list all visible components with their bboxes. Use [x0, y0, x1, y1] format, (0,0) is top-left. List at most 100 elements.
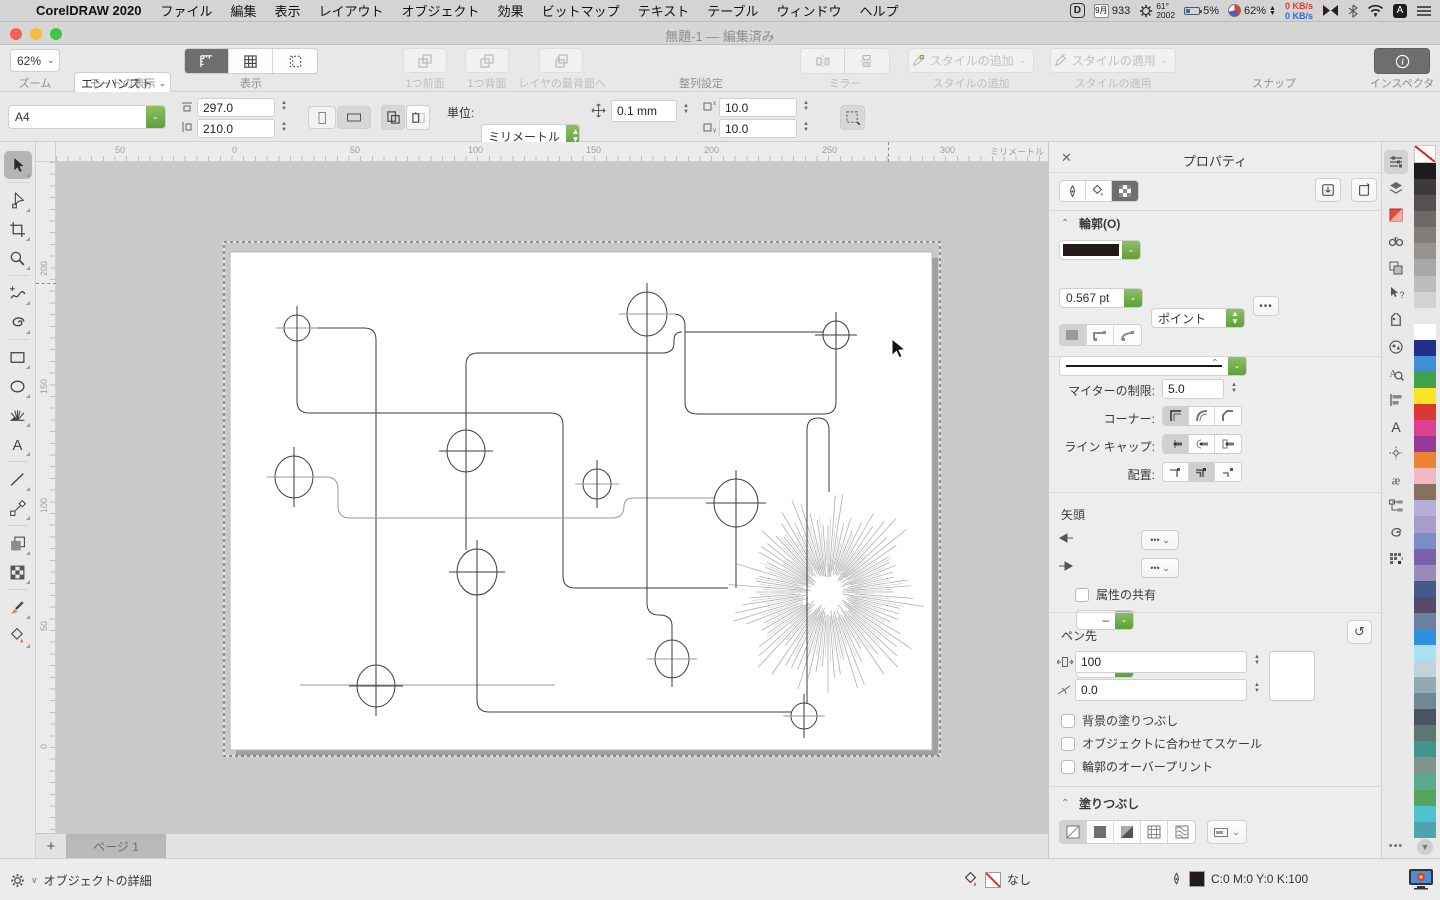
nib-stretch-stepper[interactable]: ▲▼ — [1251, 654, 1260, 666]
miter-limit-stepper[interactable]: ▲▼ — [1228, 382, 1237, 394]
whats-this-docker[interactable]: ? — [1384, 282, 1408, 306]
grid-toggle-button[interactable] — [229, 49, 273, 73]
pattern-fill-button[interactable] — [1141, 821, 1168, 843]
guidelines-toggle-button[interactable] — [273, 49, 317, 73]
zoom-tool[interactable] — [4, 244, 32, 272]
share-attributes-checkbox[interactable] — [1075, 588, 1089, 602]
no-fill-button[interactable] — [1060, 821, 1087, 843]
mirror-horizontal-button[interactable] — [801, 49, 845, 73]
page-border-button[interactable] — [840, 105, 865, 130]
document-drawing[interactable] — [56, 162, 1048, 833]
palette-swatch-11[interactable] — [1414, 340, 1436, 356]
start-arrowhead-options-button[interactable]: ••• ⌄ — [1141, 530, 1179, 550]
page-size-select[interactable]: A4 ⌄ — [8, 105, 166, 129]
palette-swatch-41[interactable] — [1414, 822, 1436, 838]
section-collapse-toggle[interactable]: ⌃ — [1049, 358, 1381, 369]
palette-swatch-6[interactable] — [1414, 259, 1436, 275]
palette-swatch-16[interactable] — [1414, 420, 1436, 436]
align-docker[interactable] — [1384, 388, 1408, 412]
order-forward-button[interactable] — [403, 48, 447, 73]
tag-docker[interactable] — [1384, 309, 1408, 333]
palette-swatch-34[interactable] — [1414, 709, 1436, 725]
mirror-vertical-button[interactable] — [845, 49, 889, 73]
nib-angle-stepper[interactable]: ▲▼ — [1251, 682, 1260, 694]
palette-swatch-7[interactable] — [1414, 276, 1436, 292]
outline-color-swatch[interactable] — [1189, 871, 1205, 887]
menu-1[interactable]: 編集 — [222, 1, 266, 20]
palette-swatch-5[interactable] — [1414, 243, 1436, 259]
uniform-fill-button[interactable] — [1087, 821, 1114, 843]
palette-swatch-4[interactable] — [1414, 227, 1436, 243]
page-height-field[interactable]: 210.0 — [197, 119, 275, 138]
palette-swatch-35[interactable] — [1414, 725, 1436, 741]
freehand-tool[interactable] — [4, 279, 32, 307]
glyphs-docker[interactable]: æ — [1384, 468, 1408, 492]
pixels-docker[interactable] — [1384, 547, 1408, 571]
order-to-back-button[interactable] — [539, 48, 583, 73]
palette-swatch-28[interactable] — [1414, 613, 1436, 629]
palette-swatch-13[interactable] — [1414, 372, 1436, 388]
butt-cap-button[interactable] — [1163, 435, 1189, 453]
line-tool[interactable] — [4, 465, 32, 493]
color-docker[interactable] — [1384, 203, 1408, 227]
ruler-origin[interactable] — [36, 142, 56, 162]
fill-color-swatch[interactable] — [985, 872, 1001, 888]
palette-swatch-2[interactable] — [1414, 195, 1436, 211]
nudge-field[interactable]: 0.1 mm — [611, 100, 677, 122]
palette-swatch-29[interactable] — [1414, 629, 1436, 645]
palette-swatch-25[interactable] — [1414, 565, 1436, 581]
export-docker[interactable] — [1384, 494, 1408, 518]
fill-options-button[interactable]: ⌄ — [1207, 820, 1247, 844]
bowtie-icon[interactable] — [1322, 4, 1339, 17]
duplicate-y-field[interactable]: 10.0 — [719, 119, 797, 138]
fill-tab-button[interactable] — [1086, 181, 1112, 201]
status-gear-icon[interactable] — [10, 873, 25, 888]
palette-swatch-19[interactable] — [1414, 468, 1436, 484]
menu-4[interactable]: オブジェクト — [393, 1, 489, 20]
network-speed[interactable]: 0 KB/s 0 KB/s — [1285, 1, 1313, 21]
outline-color-select[interactable]: ⌄ — [1059, 240, 1141, 260]
symbols-docker[interactable] — [1384, 335, 1408, 359]
outline-centered-button[interactable] — [1189, 463, 1215, 481]
menu-3[interactable]: レイアウト — [310, 1, 393, 20]
no-color-swatch[interactable] — [1414, 145, 1436, 163]
scale-with-object-checkbox[interactable] — [1061, 737, 1075, 751]
order-backward-button[interactable] — [465, 48, 509, 73]
palette-swatch-8[interactable] — [1414, 292, 1436, 308]
fountain-fill-button[interactable] — [1114, 821, 1141, 843]
style-add-button[interactable]: スタイルの追加⌄ — [908, 48, 1034, 73]
calendar-status[interactable]: 9月 933 — [1094, 4, 1130, 18]
palette-swatch-9[interactable] — [1414, 308, 1436, 324]
palette-swatch-32[interactable] — [1414, 677, 1436, 693]
nib-preview[interactable] — [1269, 651, 1315, 701]
current-page-only-button[interactable] — [406, 105, 430, 130]
status-detail-chevron[interactable]: ∨ — [31, 875, 38, 886]
drop-shadow-tool[interactable] — [4, 529, 32, 557]
end-arrowhead-options-button[interactable]: ••• ⌄ — [1141, 558, 1179, 578]
menu-0[interactable]: ファイル — [151, 1, 221, 20]
font-search-docker[interactable]: A — [1384, 362, 1408, 386]
palette-swatch-0[interactable] — [1414, 163, 1436, 179]
zoom-level-select[interactable]: 62%⌄ — [10, 49, 60, 72]
round-corner-button[interactable] — [1189, 407, 1215, 425]
portrait-button[interactable] — [308, 106, 336, 129]
palette-swatch-40[interactable] — [1414, 806, 1436, 822]
palette-swatch-20[interactable] — [1414, 484, 1436, 500]
corner-preset-1-button[interactable] — [1060, 325, 1087, 345]
menu-5[interactable]: 効果 — [489, 1, 533, 20]
drawing-workspace[interactable] — [56, 162, 1048, 833]
palette-swatch-21[interactable] — [1414, 500, 1436, 516]
palette-swatch-24[interactable] — [1414, 549, 1436, 565]
outline-tab-button[interactable] — [1060, 181, 1086, 201]
palette-swatch-26[interactable] — [1414, 581, 1436, 597]
palette-swatch-33[interactable] — [1414, 693, 1436, 709]
duplicate-x-field[interactable]: 10.0 — [719, 98, 797, 117]
wifi-icon[interactable] — [1367, 4, 1384, 17]
cpu-status[interactable]: 62% ▲▼ — [1228, 4, 1276, 17]
current-page-size-button[interactable] — [381, 105, 405, 130]
artistic-media-tool[interactable] — [4, 308, 32, 336]
document-page[interactable] — [230, 252, 932, 750]
import-style-button[interactable] — [1315, 178, 1341, 202]
app-menu[interactable]: CorelDRAW 2020 — [26, 3, 151, 18]
palette-swatch-10[interactable] — [1414, 324, 1436, 340]
